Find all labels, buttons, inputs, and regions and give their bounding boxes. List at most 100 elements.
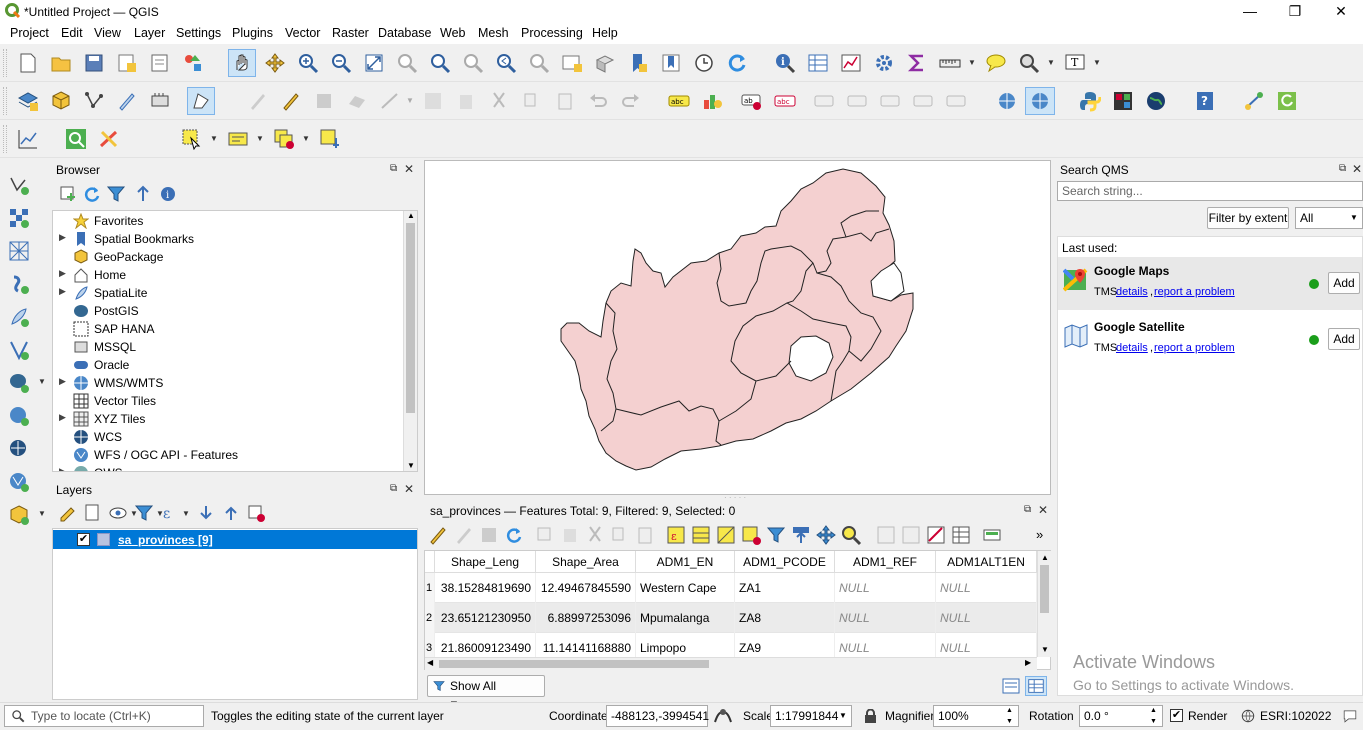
expand-arrow-icon[interactable]: ▶ [59, 412, 66, 423]
expand-arrow-icon[interactable]: ▶ [59, 268, 66, 279]
zoom-in-icon[interactable] [296, 51, 320, 75]
row-number[interactable]: 2 [425, 603, 435, 633]
qms-search-input[interactable]: Search string... [1057, 181, 1363, 201]
minimize-button[interactable]: — [1227, 0, 1273, 24]
search-layer-icon[interactable] [64, 127, 88, 151]
add-feature-icon[interactable] [345, 89, 369, 113]
measure-icon[interactable] [938, 51, 962, 75]
chevron-down-icon[interactable]: ▼ [1047, 58, 1055, 67]
browser-item-spatialite[interactable]: ▶ SpatiaLite [53, 284, 403, 302]
table-row[interactable]: 1 38.15284819690 12.49467845590 Western Cap… [425, 573, 1037, 603]
python-console-icon[interactable] [1078, 89, 1102, 113]
maximize-button[interactable]: ❐ [1272, 0, 1318, 24]
diagram-properties-icon[interactable] [945, 89, 969, 113]
save-edits-icon[interactable] [312, 89, 336, 113]
messages-icon[interactable] [1342, 708, 1358, 724]
add-spatialite-layer-icon[interactable] [7, 305, 31, 329]
cut-features-icon[interactable] [583, 523, 607, 547]
toolbar-grip[interactable] [3, 49, 7, 77]
scroll-down-icon[interactable]: ▼ [1041, 645, 1049, 654]
scroll-left-icon[interactable]: ◀ [427, 658, 433, 667]
pan-to-selected-icon[interactable] [814, 523, 838, 547]
expand-arrow-icon[interactable]: ▶ [59, 466, 66, 471]
modify-attributes-icon[interactable] [421, 89, 445, 113]
add-raster-layer-icon[interactable] [7, 206, 31, 230]
toolbar-grip[interactable] [3, 125, 7, 153]
zoom-last-icon[interactable] [494, 51, 518, 75]
table-cell[interactable]: NULL [835, 603, 936, 633]
float-panel-icon[interactable]: ⧉ [1339, 163, 1346, 174]
lock-icon[interactable] [864, 709, 877, 724]
chevron-down-icon[interactable]: ▼ [38, 509, 46, 518]
close-panel-icon[interactable]: ✕ [404, 162, 414, 176]
rotate-label-icon[interactable] [846, 89, 870, 113]
paste-features-icon[interactable] [633, 523, 657, 547]
table-cell[interactable]: ZA8 [735, 603, 835, 633]
table-horizontal-scrollbar[interactable]: ◀ ▶ [425, 657, 1037, 670]
menu-view[interactable]: View [94, 26, 121, 40]
print-layout-icon[interactable] [148, 51, 172, 75]
magnifier-spinbox[interactable]: 100% ▲ ▼ [933, 705, 1019, 727]
render-checkbox[interactable]: ✔ [1170, 709, 1183, 722]
show-all-features-button[interactable]: Show All Features [427, 675, 545, 713]
browser-item-wfs-ogc-api-features[interactable]: WFS / OGC API - Features [53, 446, 403, 464]
report-problem-link[interactable]: report a problem [1154, 342, 1235, 354]
copy-features-icon[interactable] [520, 89, 544, 113]
pin-labels-icon[interactable]: ab [740, 89, 764, 113]
move-selection-top-icon[interactable] [789, 523, 813, 547]
new-virtual-layer-icon[interactable] [148, 89, 172, 113]
move-label-icon[interactable] [813, 89, 837, 113]
filter-select-icon[interactable] [764, 523, 788, 547]
diagram-tool-icon[interactable] [700, 89, 724, 113]
redo-icon[interactable] [619, 89, 643, 113]
undo-icon[interactable] [586, 89, 610, 113]
menu-raster[interactable]: Raster [332, 26, 369, 40]
show-hide-labels-icon[interactable]: abc [773, 89, 797, 113]
filter-icon[interactable] [104, 182, 128, 206]
add-vector-layer-icon[interactable] [7, 173, 31, 197]
browser-item-oracle[interactable]: Oracle [53, 356, 403, 374]
add-geopackage-layer-icon[interactable] [7, 503, 31, 527]
data-source-manager-icon[interactable] [16, 89, 40, 113]
menu-help[interactable]: Help [592, 26, 618, 40]
menu-processing[interactable]: Processing [521, 26, 583, 40]
copy-features-icon[interactable] [608, 523, 632, 547]
scroll-thumb[interactable] [406, 223, 415, 413]
text-annotation-icon[interactable]: T [1063, 51, 1087, 75]
info-icon[interactable]: i [156, 182, 180, 206]
table-cell[interactable]: 12.49467845590 [536, 573, 636, 603]
add-selected-layers-icon[interactable] [56, 182, 80, 206]
delete-selected-icon[interactable] [558, 523, 582, 547]
scroll-thumb[interactable] [439, 660, 709, 668]
refresh-icon[interactable] [725, 51, 749, 75]
table-cell[interactable]: NULL [936, 603, 1037, 633]
expand-arrow-icon[interactable]: ▶ [59, 232, 66, 243]
browser-item-wcs[interactable]: WCS [53, 428, 403, 446]
column-header[interactable]: ADM1_EN [636, 551, 735, 573]
chevron-down-icon[interactable]: ▼ [302, 134, 310, 143]
scroll-down-icon[interactable]: ▼ [407, 461, 415, 470]
browser-item-ows[interactable]: ▶ OWS [53, 464, 403, 471]
menu-edit[interactable]: Edit [61, 26, 83, 40]
layer-styling-icon[interactable] [56, 501, 80, 525]
browser-item-sap-hana[interactable]: SAP HANA [53, 320, 403, 338]
table-cell[interactable]: Mpumalanga [636, 603, 735, 633]
layer-row[interactable]: ✔ sa_provinces [9] [53, 530, 417, 549]
table-row[interactable]: 2 23.65121230950 6.88997253096 Mpumalanga ZA… [425, 603, 1037, 633]
close-panel-icon[interactable]: ✕ [1038, 503, 1048, 517]
menu-plugins[interactable]: Plugins [232, 26, 273, 40]
filter-legend-icon[interactable] [132, 501, 156, 525]
help-icon[interactable]: ? [1193, 89, 1217, 113]
add-delimited-text-icon[interactable] [7, 272, 31, 296]
browser-item-home[interactable]: ▶ Home [53, 266, 403, 284]
multi-edit-icon[interactable] [452, 523, 476, 547]
add-virtual-layer-icon[interactable] [7, 338, 31, 362]
sum-icon[interactable] [905, 51, 929, 75]
toggle-editing-icon[interactable] [426, 523, 450, 547]
chevron-down-icon[interactable]: ▼ [256, 134, 264, 143]
conditional-formatting-icon[interactable] [980, 523, 1004, 547]
browser-item-favorites[interactable]: Favorites [53, 212, 403, 230]
table-cell[interactable]: Western Cape [636, 573, 735, 603]
collapse-all-icon[interactable] [131, 182, 155, 206]
chevron-down-icon[interactable]: ▼ [1093, 58, 1101, 67]
